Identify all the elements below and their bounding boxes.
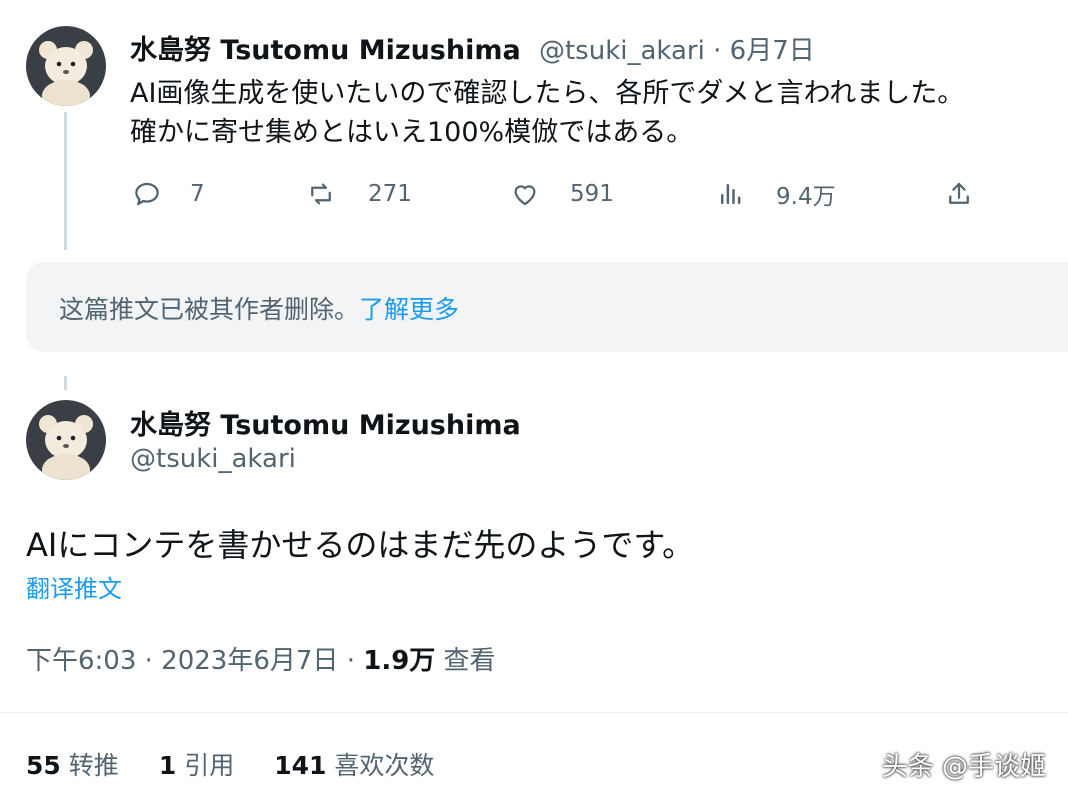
share-button[interactable]: [944, 176, 974, 212]
views-button[interactable]: 9.4万: [716, 176, 836, 212]
thread-line: [64, 112, 67, 250]
avatar[interactable]: [26, 26, 106, 106]
tweet-text-line: 確かに寄せ集めとはいえ100%模倣ではある。: [130, 117, 694, 148]
learn-more-link[interactable]: 了解更多: [359, 295, 459, 324]
main-tweet-text: AIにコンテを書かせるのはまだ先のようです。: [26, 526, 695, 564]
author-handle[interactable]: @tsuki_akari: [539, 36, 705, 66]
bear-avatar-icon: [26, 26, 106, 106]
engagement-stats: 55 转推 1 引用 141 喜欢次数: [26, 746, 434, 782]
likes-stat[interactable]: 141 喜欢次数: [274, 746, 434, 782]
separator: ·: [704, 36, 730, 66]
views-count: 9.4万: [776, 184, 836, 210]
tweet-timestamp[interactable]: 下午6:03 · 2023年6月7日 ·: [26, 646, 363, 676]
likes-value: 141: [274, 751, 327, 780]
retweets-stat[interactable]: 55 转推: [26, 746, 119, 782]
divider: [0, 712, 1068, 713]
reply-tweet-header: 水島努 Tsutomu Mizushima @tsuki_akari · 6月7…: [130, 28, 815, 67]
author-name[interactable]: 水島努 Tsutomu Mizushima: [130, 35, 521, 66]
views-label: 查看: [435, 646, 496, 676]
tweet-date[interactable]: 6月7日: [730, 36, 815, 66]
likes-label: 喜欢次数: [334, 751, 435, 780]
main-author-handle[interactable]: @tsuki_akari: [130, 444, 296, 474]
like-button[interactable]: 591: [510, 176, 614, 212]
retweets-value: 55: [26, 751, 61, 780]
quotes-label: 引用: [184, 751, 235, 780]
reply-icon: [135, 182, 159, 206]
translate-tweet-link[interactable]: 翻译推文: [26, 569, 122, 604]
tweet-meta: 下午6:03 · 2023年6月7日 · 1.9万 查看: [26, 640, 496, 677]
quotes-stat[interactable]: 1 引用: [159, 746, 234, 782]
retweets-label: 转推: [68, 751, 119, 780]
tweet-text-line: AI画像生成を使いたいので確認したら、各所でダメと言われました。: [130, 78, 965, 109]
like-count: 591: [570, 181, 614, 207]
deleted-tweet-notice: 这篇推文已被其作者删除。了解更多: [26, 262, 1068, 352]
reply-button[interactable]: 7: [132, 176, 205, 212]
bear-avatar-icon: [26, 400, 106, 480]
reply-count: 7: [190, 181, 205, 207]
avatar[interactable]: [26, 400, 106, 480]
views-value: 1.9万: [363, 646, 436, 676]
quotes-value: 1: [158, 751, 177, 780]
watermark: 头条 @手谈姬: [881, 752, 1046, 782]
retweet-icon: [311, 183, 331, 205]
reply-tweet-text: AI画像生成を使いたいので確認したら、各所でダメと言われました。 確かに寄せ集め…: [130, 74, 964, 152]
retweet-count: 271: [368, 181, 412, 207]
thread-line-stub: [64, 376, 67, 390]
retweet-button[interactable]: 271: [306, 176, 412, 212]
deleted-message: 这篇推文已被其作者删除。: [59, 295, 360, 324]
views-icon: [721, 184, 741, 204]
like-icon: [514, 185, 536, 206]
main-author-name[interactable]: 水島努 Tsutomu Mizushima: [130, 403, 521, 442]
deleted-notice-text: 这篇推文已被其作者删除。了解更多: [59, 290, 459, 326]
share-icon: [949, 182, 969, 204]
